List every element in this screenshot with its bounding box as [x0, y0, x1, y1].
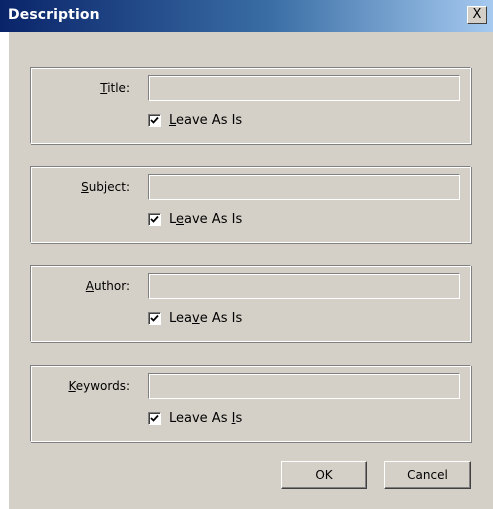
subject-input[interactable] [148, 174, 460, 200]
title-leave-as-is-label: Leave As Is [169, 112, 243, 128]
author-leave-as-is-label: Leave As Is [169, 310, 243, 326]
keywords-leave-as-is-label: Leave As Is [169, 410, 243, 426]
checkmark-icon [150, 314, 159, 322]
subject-label: Subject: [81, 180, 130, 194]
keywords-input[interactable] [148, 373, 460, 399]
title-label: Title: [100, 81, 130, 95]
title-bar[interactable]: Description X [0, 0, 493, 32]
close-button[interactable]: X [467, 6, 487, 24]
checkmark-icon [150, 116, 159, 124]
author-label: Author: [85, 279, 130, 293]
close-icon: X [472, 7, 482, 22]
subject-group: Subject: Leave As Is [30, 166, 471, 243]
description-dialog: Description X Title: Leave As Is Subject… [0, 0, 493, 509]
keywords-leave-as-is-checkbox[interactable] [148, 411, 161, 425]
left-edge [0, 32, 9, 509]
title-leave-as-is[interactable]: Leave As Is [148, 110, 242, 130]
title-group: Title: Leave As Is [30, 67, 471, 144]
author-group: Author: Leave As Is [30, 265, 471, 342]
title-input[interactable] [148, 75, 460, 101]
ok-button[interactable]: OK [281, 461, 367, 489]
window-title: Description [8, 7, 100, 23]
subject-leave-as-is[interactable]: Leave As Is [148, 209, 242, 229]
subject-leave-as-is-checkbox[interactable] [148, 212, 161, 226]
author-input[interactable] [148, 273, 460, 299]
author-leave-as-is[interactable]: Leave As Is [148, 308, 242, 328]
keywords-label: Keywords: [68, 379, 130, 393]
author-leave-as-is-checkbox[interactable] [148, 311, 161, 325]
checkmark-icon [150, 215, 159, 223]
keywords-group: Keywords: Leave As Is [30, 365, 471, 442]
title-leave-as-is-checkbox[interactable] [148, 113, 161, 127]
cancel-button[interactable]: Cancel [384, 461, 471, 489]
subject-leave-as-is-label: Leave As Is [169, 211, 243, 227]
checkmark-icon [150, 414, 159, 422]
keywords-leave-as-is[interactable]: Leave As Is [148, 408, 242, 428]
